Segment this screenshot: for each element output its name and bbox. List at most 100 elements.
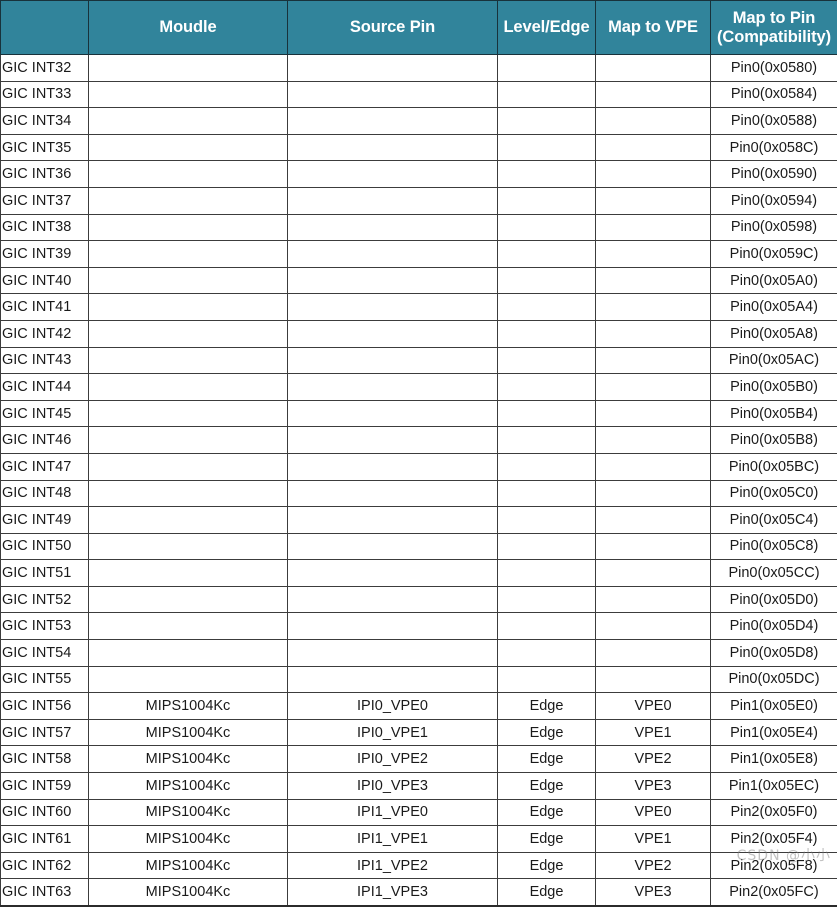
cell-map_to_vpe: VPE2 bbox=[596, 746, 711, 773]
table-row: GIC INT48Pin0(0x05C0) bbox=[1, 480, 837, 507]
cell-level_edge bbox=[498, 108, 596, 135]
cell-interrupt: GIC INT39 bbox=[1, 241, 89, 268]
cell-map_to_vpe bbox=[596, 267, 711, 294]
cell-level_edge bbox=[498, 294, 596, 321]
cell-source_pin bbox=[288, 400, 498, 427]
cell-interrupt: GIC INT55 bbox=[1, 666, 89, 693]
cell-map_to_vpe: VPE2 bbox=[596, 852, 711, 879]
table-row: GIC INT43Pin0(0x05AC) bbox=[1, 347, 837, 374]
column-header-map-to-vpe: Map to VPE bbox=[596, 1, 711, 55]
cell-map_to_pin: Pin0(0x05B0) bbox=[711, 374, 837, 401]
cell-map_to_pin: Pin1(0x05E0) bbox=[711, 693, 837, 720]
cell-source_pin: IPI1_VPE1 bbox=[288, 826, 498, 853]
table-row: GIC INT36Pin0(0x0590) bbox=[1, 161, 837, 188]
cell-map_to_pin: Pin0(0x05DC) bbox=[711, 666, 837, 693]
cell-source_pin bbox=[288, 241, 498, 268]
cell-map_to_pin: Pin0(0x05B8) bbox=[711, 427, 837, 454]
cell-map_to_pin: Pin0(0x05A0) bbox=[711, 267, 837, 294]
cell-module bbox=[89, 480, 288, 507]
table-row: GIC INT37Pin0(0x0594) bbox=[1, 187, 837, 214]
table-row: GIC INT38Pin0(0x0598) bbox=[1, 214, 837, 241]
cell-map_to_pin: Pin0(0x05A4) bbox=[711, 294, 837, 321]
cell-level_edge: Edge bbox=[498, 746, 596, 773]
cell-module: MIPS1004Kc bbox=[89, 773, 288, 800]
table-row: GIC INT61MIPS1004KcIPI1_VPE1EdgeVPE1Pin2… bbox=[1, 826, 837, 853]
cell-map_to_pin: Pin1(0x05EC) bbox=[711, 773, 837, 800]
cell-map_to_pin: Pin0(0x0584) bbox=[711, 81, 837, 108]
cell-interrupt: GIC INT56 bbox=[1, 693, 89, 720]
cell-source_pin bbox=[288, 108, 498, 135]
table-row: GIC INT41Pin0(0x05A4) bbox=[1, 294, 837, 321]
cell-source_pin bbox=[288, 187, 498, 214]
cell-map_to_vpe bbox=[596, 161, 711, 188]
cell-source_pin bbox=[288, 480, 498, 507]
cell-level_edge bbox=[498, 507, 596, 534]
table-row: GIC INT51 Pin0(0x05CC) bbox=[1, 560, 837, 587]
cell-source_pin bbox=[288, 161, 498, 188]
header-row: Moudle Source Pin Level/Edge Map to VPE … bbox=[1, 1, 837, 55]
cell-source_pin bbox=[288, 294, 498, 321]
cell-map_to_pin: Pin0(0x05D8) bbox=[711, 640, 837, 667]
cell-module bbox=[89, 320, 288, 347]
cell-map_to_pin: Pin0(0x05BC) bbox=[711, 453, 837, 480]
cell-module bbox=[89, 55, 288, 82]
table-row: GIC INT59MIPS1004KcIPI0_VPE3EdgeVPE3Pin1… bbox=[1, 773, 837, 800]
cell-module bbox=[89, 241, 288, 268]
cell-source_pin bbox=[288, 507, 498, 534]
cell-interrupt: GIC INT52 bbox=[1, 586, 89, 613]
table-row: GIC INT50Pin0(0x05C8) bbox=[1, 533, 837, 560]
cell-interrupt: GIC INT36 bbox=[1, 161, 89, 188]
cell-level_edge bbox=[498, 347, 596, 374]
cell-level_edge bbox=[498, 453, 596, 480]
cell-level_edge bbox=[498, 320, 596, 347]
table-row: GIC INT56MIPS1004KcIPI0_VPE0EdgeVPE0Pin1… bbox=[1, 693, 837, 720]
table-row: GIC INT35Pin0(0x058C) bbox=[1, 134, 837, 161]
cell-module: MIPS1004Kc bbox=[89, 799, 288, 826]
cell-module bbox=[89, 161, 288, 188]
cell-source_pin bbox=[288, 666, 498, 693]
cell-interrupt: GIC INT37 bbox=[1, 187, 89, 214]
cell-map_to_pin: Pin0(0x05C0) bbox=[711, 480, 837, 507]
cell-map_to_vpe bbox=[596, 374, 711, 401]
table-row: GIC INT57MIPS1004KcIPI0_VPE1EdgeVPE1Pin1… bbox=[1, 719, 837, 746]
cell-module bbox=[89, 81, 288, 108]
cell-module bbox=[89, 187, 288, 214]
cell-module bbox=[89, 453, 288, 480]
cell-source_pin bbox=[288, 134, 498, 161]
cell-interrupt: GIC INT54 bbox=[1, 640, 89, 667]
table-header: Moudle Source Pin Level/Edge Map to VPE … bbox=[1, 1, 837, 55]
cell-module bbox=[89, 214, 288, 241]
table-row: GIC INT58MIPS1004KcIPI0_VPE2EdgeVPE2Pin1… bbox=[1, 746, 837, 773]
cell-map_to_vpe bbox=[596, 134, 711, 161]
cell-interrupt: GIC INT43 bbox=[1, 347, 89, 374]
cell-map_to_vpe bbox=[596, 55, 711, 82]
cell-module bbox=[89, 613, 288, 640]
cell-map_to_pin: Pin0(0x05CC) bbox=[711, 560, 837, 587]
cell-module: MIPS1004Kc bbox=[89, 852, 288, 879]
cell-interrupt: GIC INT59 bbox=[1, 773, 89, 800]
table-row: GIC INT54 Pin0(0x05D8) bbox=[1, 640, 837, 667]
cell-source_pin bbox=[288, 613, 498, 640]
table-row: GIC INT63MIPS1004KcIPI1_VPE3EdgeVPE3Pin2… bbox=[1, 879, 837, 906]
column-header-module: Moudle bbox=[89, 1, 288, 55]
cell-map_to_vpe bbox=[596, 241, 711, 268]
cell-map_to_pin: Pin1(0x05E8) bbox=[711, 746, 837, 773]
cell-map_to_vpe: VPE1 bbox=[596, 719, 711, 746]
cell-interrupt: GIC INT58 bbox=[1, 746, 89, 773]
table-row: GIC INT40Pin0(0x05A0) bbox=[1, 267, 837, 294]
cell-module: MIPS1004Kc bbox=[89, 719, 288, 746]
cell-interrupt: GIC INT46 bbox=[1, 427, 89, 454]
cell-level_edge: Edge bbox=[498, 879, 596, 906]
cell-level_edge: Edge bbox=[498, 693, 596, 720]
cell-source_pin: IPI0_VPE1 bbox=[288, 719, 498, 746]
cell-map_to_vpe bbox=[596, 586, 711, 613]
cell-map_to_pin: Pin2(0x05F0) bbox=[711, 799, 837, 826]
table-row: GIC INT60MIPS1004KcIPI1_VPE0EdgeVPE0Pin2… bbox=[1, 799, 837, 826]
cell-module: MIPS1004Kc bbox=[89, 879, 288, 906]
cell-source_pin: IPI1_VPE2 bbox=[288, 852, 498, 879]
cell-module bbox=[89, 108, 288, 135]
cell-interrupt: GIC INT51 bbox=[1, 560, 89, 587]
cell-level_edge bbox=[498, 214, 596, 241]
cell-map_to_pin: Pin2(0x05FC) bbox=[711, 879, 837, 906]
cell-map_to_pin: Pin0(0x05C4) bbox=[711, 507, 837, 534]
